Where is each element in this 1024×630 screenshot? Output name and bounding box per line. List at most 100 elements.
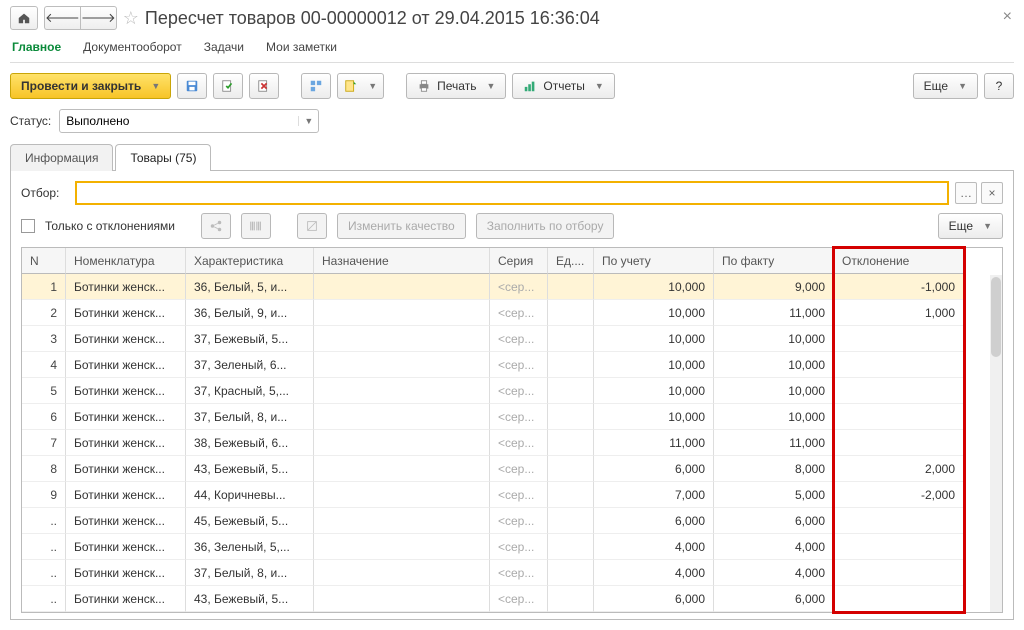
status-select[interactable]: ▼: [59, 109, 319, 133]
table-cell[interactable]: 36, Белый, 9, и...: [186, 300, 314, 326]
table-cell[interactable]: [314, 352, 490, 378]
row-index[interactable]: 6: [22, 404, 66, 430]
table-cell[interactable]: 11,000: [594, 430, 714, 456]
table-cell[interactable]: 10,000: [594, 378, 714, 404]
table-cell[interactable]: 43, Бежевый, 5...: [186, 586, 314, 612]
table-cell[interactable]: [548, 274, 594, 300]
table-cell[interactable]: Ботинки женск...: [66, 560, 186, 586]
status-input[interactable]: [60, 114, 298, 128]
table-cell[interactable]: 37, Белый, 8, и...: [186, 404, 314, 430]
row-index[interactable]: 7: [22, 430, 66, 456]
share-button[interactable]: [201, 213, 231, 239]
create-based-on-button[interactable]: ▼: [337, 73, 384, 99]
table-cell[interactable]: [548, 534, 594, 560]
table-cell[interactable]: 6,000: [594, 508, 714, 534]
table-cell[interactable]: [314, 534, 490, 560]
row-index[interactable]: 5: [22, 378, 66, 404]
table-cell[interactable]: [834, 560, 964, 586]
table-cell[interactable]: Ботинки женск...: [66, 326, 186, 352]
table-cell[interactable]: Ботинки женск...: [66, 456, 186, 482]
table-cell[interactable]: [548, 404, 594, 430]
table-cell[interactable]: [314, 300, 490, 326]
table-cell[interactable]: [834, 430, 964, 456]
table-cell[interactable]: 10,000: [594, 352, 714, 378]
row-index[interactable]: 1: [22, 274, 66, 300]
table-cell[interactable]: [314, 482, 490, 508]
table-cell[interactable]: Ботинки женск...: [66, 300, 186, 326]
home-button[interactable]: [10, 6, 38, 30]
table-cell[interactable]: [548, 560, 594, 586]
row-index[interactable]: ..: [22, 560, 66, 586]
table-cell[interactable]: Ботинки женск...: [66, 508, 186, 534]
table-cell[interactable]: 10,000: [714, 326, 834, 352]
table-cell[interactable]: Ботинки женск...: [66, 534, 186, 560]
barcode-button[interactable]: [241, 213, 271, 239]
table-cell[interactable]: <сер...: [490, 378, 548, 404]
table-cell[interactable]: [834, 378, 964, 404]
table-cell[interactable]: Ботинки женск...: [66, 404, 186, 430]
column-header-nomen[interactable]: Номенклатура: [66, 248, 186, 274]
table-cell[interactable]: <сер...: [490, 274, 548, 300]
table-cell[interactable]: [834, 326, 964, 352]
unpost-button[interactable]: [249, 73, 279, 99]
table-cell[interactable]: 37, Красный, 5,...: [186, 378, 314, 404]
forward-button[interactable]: 🡒: [80, 6, 117, 30]
table-cell[interactable]: 7,000: [594, 482, 714, 508]
table-cell[interactable]: 10,000: [594, 274, 714, 300]
change-quality-button[interactable]: Изменить качество: [337, 213, 466, 239]
chevron-down-icon[interactable]: ▼: [298, 116, 318, 126]
favorite-icon[interactable]: ☆: [123, 8, 139, 29]
structure-button[interactable]: [301, 73, 331, 99]
table-cell[interactable]: 37, Зеленый, 6...: [186, 352, 314, 378]
row-index[interactable]: ..: [22, 586, 66, 612]
table-cell[interactable]: [314, 456, 490, 482]
table-cell[interactable]: [834, 586, 964, 612]
row-index[interactable]: 9: [22, 482, 66, 508]
table-cell[interactable]: <сер...: [490, 430, 548, 456]
tab-notes[interactable]: Мои заметки: [266, 40, 337, 54]
table-cell[interactable]: Ботинки женск...: [66, 586, 186, 612]
row-index[interactable]: 2: [22, 300, 66, 326]
table-cell[interactable]: 10,000: [594, 326, 714, 352]
table-cell[interactable]: 10,000: [594, 300, 714, 326]
table-cell[interactable]: -1,000: [834, 274, 964, 300]
table-cell[interactable]: 11,000: [714, 430, 834, 456]
help-button[interactable]: ?: [984, 73, 1014, 99]
table-cell[interactable]: 4,000: [594, 560, 714, 586]
table-cell[interactable]: [834, 534, 964, 560]
table-cell[interactable]: 10,000: [714, 352, 834, 378]
table-cell[interactable]: [548, 456, 594, 482]
fill-button[interactable]: [297, 213, 327, 239]
tab-information[interactable]: Информация: [10, 144, 113, 171]
reports-button[interactable]: Отчеты ▼: [512, 73, 614, 99]
table-cell[interactable]: 45, Бежевый, 5...: [186, 508, 314, 534]
table-cell[interactable]: 10,000: [714, 378, 834, 404]
row-index[interactable]: 8: [22, 456, 66, 482]
table-cell[interactable]: [314, 326, 490, 352]
table-cell[interactable]: <сер...: [490, 560, 548, 586]
row-index[interactable]: ..: [22, 508, 66, 534]
table-cell[interactable]: <сер...: [490, 586, 548, 612]
table-cell[interactable]: Ботинки женск...: [66, 378, 186, 404]
table-cell[interactable]: [548, 352, 594, 378]
column-header-n[interactable]: N: [22, 248, 66, 274]
table-cell[interactable]: 6,000: [594, 586, 714, 612]
column-header-char[interactable]: Характеристика: [186, 248, 314, 274]
fill-by-filter-button[interactable]: Заполнить по отбору: [476, 213, 615, 239]
column-header-byFact[interactable]: По факту: [714, 248, 834, 274]
table-cell[interactable]: 6,000: [714, 586, 834, 612]
vertical-scrollbar[interactable]: [990, 275, 1002, 612]
table-cell[interactable]: [314, 378, 490, 404]
table-cell[interactable]: [314, 404, 490, 430]
close-icon[interactable]: ×: [1003, 8, 1012, 26]
table-cell[interactable]: [314, 586, 490, 612]
table-cell[interactable]: 8,000: [714, 456, 834, 482]
table-cell[interactable]: [314, 560, 490, 586]
more-button[interactable]: Еще ▼: [913, 73, 978, 99]
post-button[interactable]: [213, 73, 243, 99]
table-cell[interactable]: Ботинки женск...: [66, 352, 186, 378]
table-cell[interactable]: 6,000: [714, 508, 834, 534]
row-index[interactable]: 3: [22, 326, 66, 352]
table-cell[interactable]: Ботинки женск...: [66, 482, 186, 508]
table-cell[interactable]: 4,000: [714, 534, 834, 560]
